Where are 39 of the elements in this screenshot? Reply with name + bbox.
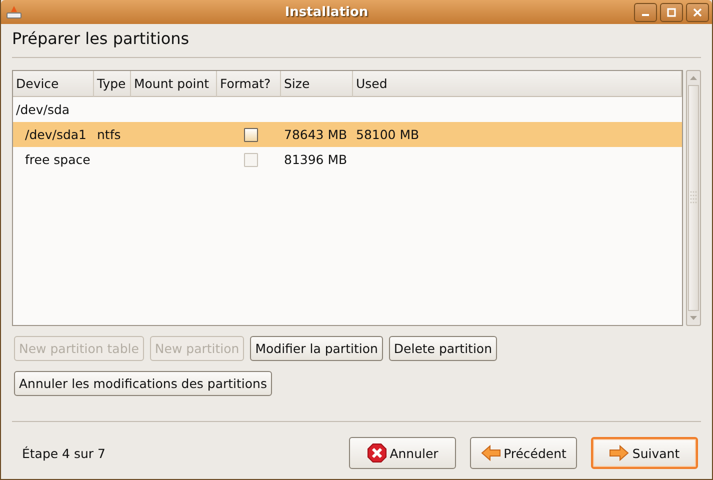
- minimize-icon: [642, 14, 649, 16]
- column-header[interactable]: Type: [94, 71, 131, 97]
- action-button[interactable]: Modifier la partition: [250, 336, 383, 361]
- size-cell-text: 78643 MB: [283, 126, 348, 144]
- minimize-button[interactable]: [634, 2, 657, 22]
- cancel-icon: [366, 443, 387, 463]
- back-button[interactable]: Précédent: [470, 437, 577, 469]
- table-row[interactable]: /dev/sda: [13, 97, 682, 122]
- column-header[interactable]: Device: [13, 71, 94, 97]
- step-indicator: Étape 4 sur 7: [22, 446, 106, 460]
- up-arrow-icon[interactable]: [690, 76, 697, 80]
- close-button[interactable]: [686, 2, 709, 22]
- down-arrow-icon[interactable]: [690, 316, 697, 320]
- device-cell-text: free space: [24, 151, 92, 169]
- device-cell-text: /dev/sda1: [24, 126, 88, 144]
- column-header[interactable]: Mount point: [131, 71, 217, 97]
- column-header[interactable]: Used: [353, 71, 682, 97]
- format-checkbox[interactable]: [244, 128, 258, 142]
- column-header[interactable]: Size: [281, 71, 353, 97]
- drive-icon: [6, 4, 22, 20]
- cancel-button[interactable]: Annuler: [349, 437, 456, 469]
- window-title: Installation: [284, 4, 370, 20]
- close-icon: [693, 8, 702, 16]
- next-button[interactable]: Suivant: [591, 437, 698, 469]
- used-cell-text: 58100 MB: [355, 126, 420, 144]
- action-button[interactable]: Annuler les modifications des partitions: [14, 371, 272, 396]
- page-heading: Préparer les partitions: [12, 29, 190, 50]
- left-arrow-icon: [480, 443, 501, 463]
- column-header[interactable]: Format?: [217, 71, 281, 97]
- grip-icon[interactable]: [690, 191, 697, 205]
- maximize-button[interactable]: [660, 2, 683, 22]
- action-button[interactable]: Delete partition: [388, 336, 498, 361]
- table-row[interactable]: /dev/sda1 ntfs 78643 MB 58100 MB: [13, 122, 682, 147]
- maximize-icon: [667, 8, 676, 16]
- size-cell-text: 81396 MB: [283, 151, 348, 169]
- scrollbar[interactable]: [686, 70, 701, 326]
- device-cell-text: /dev/sda: [15, 101, 71, 119]
- type-cell-text: ntfs: [96, 126, 122, 144]
- right-arrow-icon: [609, 443, 630, 463]
